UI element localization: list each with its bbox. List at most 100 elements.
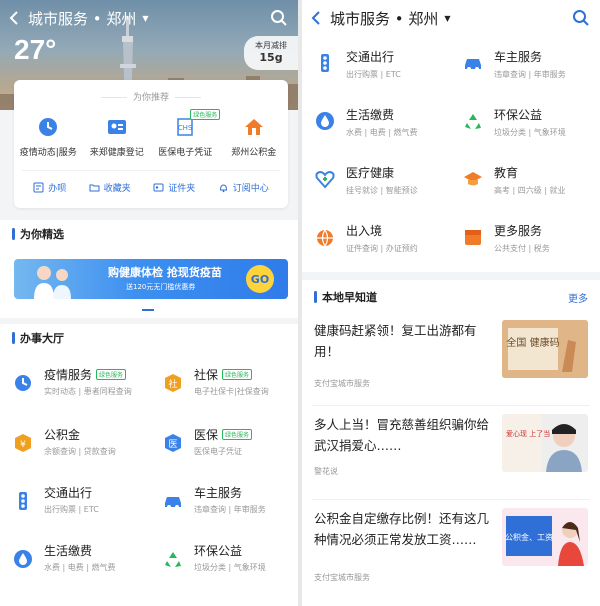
- clock-shield-icon: [39, 118, 58, 136]
- hall-item-title: 社保: [194, 368, 219, 382]
- hall-item-fund[interactable]: ¥ 公积金 余额查询 | 贷款查询: [12, 426, 152, 482]
- search-icon[interactable]: [270, 9, 288, 27]
- hall-item-sub: 余额查询 | 贷款查询: [44, 447, 116, 456]
- thumbnail-text: 公积金、工资: [505, 532, 553, 542]
- folder-icon: [89, 184, 100, 192]
- hall-item-title: 车主服务: [194, 486, 243, 500]
- green-service-tag: 绿色服务: [222, 429, 253, 440]
- quick-action-banbei[interactable]: 办呗: [33, 181, 66, 194]
- service-title: 更多服务: [494, 224, 543, 238]
- search-icon[interactable]: [572, 9, 590, 27]
- service-title: 出入境: [346, 224, 383, 238]
- news-item[interactable]: 多人上当！冒充慈善组织骗你给武汉捐爱心…… 警花说 爱心现 上了当 你转: [312, 410, 590, 500]
- more-link[interactable]: 更多: [568, 290, 588, 305]
- city-selector[interactable]: 城市服务 • 郑州 ▼: [330, 8, 451, 29]
- service-title: 交通出行: [346, 50, 395, 64]
- service-traffic[interactable]: 交通出行 出行购票 | ETC: [314, 48, 454, 98]
- emission-label: 本月减排: [255, 41, 287, 50]
- news-item[interactable]: 公积金自定缴存比例！还有这几种情况必须正常发放工资…… 支付宝城市服务 公积金、…: [312, 504, 590, 594]
- service-immigration[interactable]: 出入境证件查询 | 办证预约: [314, 222, 454, 272]
- traffic-light-icon: [19, 492, 27, 510]
- document-icon: [33, 182, 44, 193]
- hall-item-title: 疫情服务: [44, 368, 93, 382]
- hall-item-sub: 实时动态 | 患者同程查询: [44, 387, 132, 396]
- service-sub: 垃圾分类 | 气象环境: [494, 128, 566, 137]
- health-card-icon: [107, 120, 126, 134]
- news-title: 多人上当！冒充慈善组织骗你给武汉捐爱心……: [314, 417, 490, 453]
- page-title: 城市服务 • 郑州: [330, 9, 439, 28]
- drop-icon: [316, 112, 334, 130]
- svg-text:CHS: CHS: [178, 124, 193, 132]
- banner-headline: 购健康体检 抢现货疫苗: [108, 266, 222, 279]
- chevron-left-icon: [9, 11, 18, 25]
- recommend-item-housing-fund[interactable]: 郑州公积金: [221, 115, 287, 158]
- service-medical[interactable]: 医疗健康挂号就诊 | 智能预诊: [314, 164, 454, 214]
- recommend-item-health-register[interactable]: 来郑健康登记: [84, 115, 150, 158]
- hall-item-epidemic[interactable]: 疫情服务 绿色服务实时动态 | 患者同程查询: [12, 366, 152, 422]
- news-source: 警花说: [314, 467, 338, 476]
- service-sub: 公共支付 | 税务: [494, 244, 550, 253]
- hall-item-environment[interactable]: 环保公益 垃圾分类 | 气象环境: [162, 542, 298, 598]
- traffic-light-icon: [321, 54, 329, 72]
- service-title: 教育: [494, 166, 519, 180]
- local-title: 本地早知道: [322, 291, 377, 304]
- service-education[interactable]: 教育 高考 | 四六级 | 就业: [462, 164, 600, 214]
- more-box-icon: [465, 230, 481, 245]
- id-card-icon: [153, 183, 164, 192]
- news-source: 支付宝城市服务: [314, 379, 370, 388]
- service-sub: 挂号就诊 | 智能预诊: [346, 186, 418, 195]
- news-thumbnail: 全国 健康码: [502, 320, 588, 378]
- epidemic-icon: [15, 375, 31, 391]
- service-sub: 证件查询 | 办证预约: [346, 244, 418, 253]
- service-sub: 水费 | 电费 | 燃气费: [346, 128, 418, 137]
- city-selector[interactable]: 城市服务 • 郑州 ▼: [28, 8, 149, 29]
- globe-plane-icon: [317, 229, 333, 247]
- service-sub: 违章查询 | 年审服务: [494, 70, 566, 79]
- green-service-tag: 绿色服务: [96, 369, 127, 380]
- emission-value: 15g: [259, 51, 283, 64]
- service-utilities[interactable]: 生活缴费 水费 | 电费 | 燃气费: [314, 106, 454, 156]
- green-service-tag: 绿色服务: [222, 369, 253, 380]
- hall-item-sub: 出行购票 | ETC: [44, 505, 99, 514]
- house-icon: [244, 119, 263, 135]
- go-button[interactable]: GO: [246, 265, 274, 293]
- hall-item-medical-insurance[interactable]: 医 医保 绿色服务 医保电子凭证: [162, 426, 298, 482]
- medical-insurance-icon: 医: [165, 434, 181, 452]
- page-title: 城市服务 • 郑州: [28, 9, 137, 28]
- hall-item-sub: 医保电子凭证: [194, 447, 242, 456]
- drop-icon: [14, 550, 32, 568]
- section-title-picks: 为你精选: [0, 220, 298, 248]
- service-environment[interactable]: 环保公益垃圾分类 | 气象环境: [462, 106, 600, 156]
- service-title: 环保公益: [494, 108, 543, 122]
- quick-action-cards[interactable]: 证件夹: [153, 181, 195, 194]
- fund-icon: ¥: [15, 434, 31, 452]
- news-thumbnail: 爱心现 上了当 你转: [502, 414, 588, 472]
- green-service-tag: 绿色服务: [190, 109, 221, 120]
- back-button[interactable]: [0, 11, 28, 25]
- quick-actions: 办呗 收藏夹 证件夹 订阅中心: [22, 170, 280, 194]
- recommend-item-label: 来郑健康登记: [89, 148, 144, 158]
- news-thumbnail: 公积金、工资: [502, 508, 588, 566]
- chevron-left-icon: [311, 11, 320, 25]
- quick-action-subscribe[interactable]: 订阅中心: [218, 181, 269, 194]
- recommend-item-label: 疫情动态|服务: [19, 148, 77, 158]
- hall-item-utilities[interactable]: 生活缴费 水费 | 电费 | 燃气费: [12, 542, 152, 598]
- hall-item-sub: 违章查询 | 年审服务: [194, 505, 266, 514]
- service-title: 医疗健康: [346, 166, 395, 180]
- back-button[interactable]: [302, 11, 330, 25]
- news-item[interactable]: 健康码赶紧领！复工出游都有用！ 支付宝城市服务 全国 健康码: [312, 316, 590, 406]
- hall-item-social-security[interactable]: 社 社保 绿色服务 电子社保卡|社保查询: [162, 366, 298, 422]
- service-car[interactable]: 车主服务 违章查询 | 年审服务: [462, 48, 600, 98]
- car-icon: [465, 59, 481, 71]
- hall-item-car[interactable]: 车主服务违章查询 | 年审服务: [162, 484, 298, 540]
- emission-badge[interactable]: 本月减排 15g: [244, 36, 298, 70]
- service-more[interactable]: 更多服务公共支付 | 税务: [462, 222, 600, 272]
- section-gap: [302, 272, 600, 280]
- svg-text:社: 社: [168, 378, 177, 390]
- promo-banner[interactable]: 购健康体检 抢现货疫苗 送120元无门槛优惠券 GO: [14, 259, 288, 299]
- hall-item-traffic[interactable]: 交通出行 出行购票 | ETC: [12, 484, 152, 540]
- recommend-item-epidemic[interactable]: 疫情动态|服务: [15, 115, 81, 158]
- quick-action-favorites[interactable]: 收藏夹: [89, 181, 131, 194]
- recommend-item-medical-voucher[interactable]: 绿色服务 CHS 医保电子凭证: [152, 109, 221, 158]
- medical-heart-icon: [315, 170, 335, 189]
